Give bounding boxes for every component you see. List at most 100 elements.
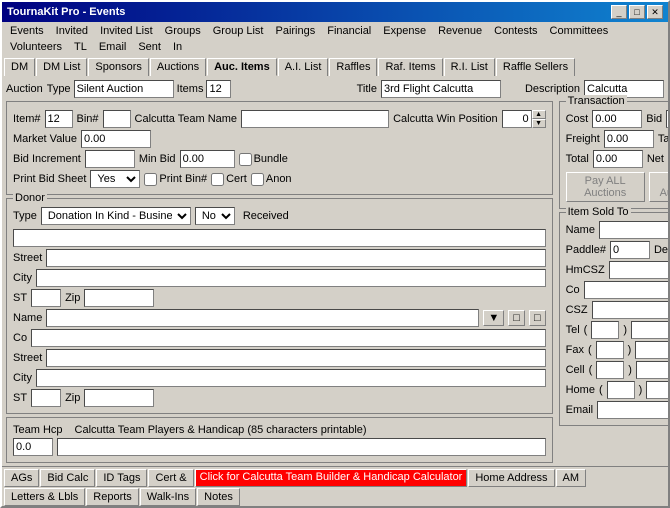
- donor-zip2-input[interactable]: [84, 389, 154, 407]
- team-hcp-input[interactable]: [13, 438, 53, 456]
- donor-name-btn3[interactable]: □: [529, 310, 546, 326]
- bottom-tab-letters[interactable]: Letters & Lbls: [4, 488, 85, 506]
- donor-city-input[interactable]: [36, 269, 546, 287]
- donor-street-input[interactable]: [46, 249, 545, 267]
- donor-name-input[interactable]: [46, 309, 479, 327]
- bottom-tab-walk-ins[interactable]: Walk-Ins: [140, 488, 196, 506]
- sold-default-bidder-label: Default Bidder/Contact Id#: [654, 244, 668, 256]
- sold-cell-input[interactable]: [636, 361, 668, 379]
- cost-input[interactable]: [592, 110, 642, 128]
- menu-financial[interactable]: Financial: [321, 23, 377, 39]
- market-value-input[interactable]: [81, 130, 151, 148]
- donor-received-select[interactable]: No Yes: [195, 207, 235, 225]
- team-players-input[interactable]: [57, 438, 546, 456]
- cert-checkbox[interactable]: [211, 173, 224, 186]
- menu-group-list[interactable]: Group List: [207, 23, 270, 39]
- menu-invited-list[interactable]: Invited List: [94, 23, 159, 39]
- maximize-button[interactable]: □: [629, 5, 645, 19]
- menu-revenue[interactable]: Revenue: [432, 23, 488, 39]
- sold-cell-area[interactable]: [596, 361, 624, 379]
- menu-groups[interactable]: Groups: [159, 23, 207, 39]
- bottom-tab-reports[interactable]: Reports: [86, 488, 139, 506]
- win-pos-down[interactable]: ▼: [532, 119, 546, 128]
- tab-dm[interactable]: DM: [4, 58, 35, 76]
- sold-paddle-input[interactable]: [610, 241, 650, 259]
- bottom-tab-id-tags[interactable]: ID Tags: [96, 469, 147, 487]
- donor-name-btn[interactable]: ▼: [483, 310, 504, 326]
- item-num-input[interactable]: [45, 110, 73, 128]
- tab-dm-list[interactable]: DM List: [36, 58, 87, 76]
- auction-type-input[interactable]: [74, 80, 174, 98]
- team-hcp-label: Team Hcp: [13, 424, 63, 436]
- bottom-tab-am[interactable]: AM: [556, 469, 587, 487]
- menu-volunteers[interactable]: Volunteers: [4, 39, 68, 55]
- donor-type-select[interactable]: Donation In Kind - Business: [41, 207, 191, 225]
- items-label: Items: [177, 83, 204, 95]
- team-name-input[interactable]: [241, 110, 389, 128]
- freight-input[interactable]: [604, 130, 654, 148]
- bottom-tab-bid-calc[interactable]: Bid Calc: [40, 469, 95, 487]
- sold-fax-input[interactable]: [635, 341, 668, 359]
- tab-raf-items[interactable]: Raf. Items: [378, 58, 442, 76]
- sold-home-input[interactable]: [646, 381, 668, 399]
- menu-sent[interactable]: Sent: [132, 39, 167, 55]
- donor-st-label: ST: [13, 292, 27, 304]
- tab-ai-list[interactable]: A.I. List: [278, 58, 329, 76]
- sold-tel-input[interactable]: [631, 321, 668, 339]
- print-bid-select[interactable]: Yes No: [90, 170, 140, 188]
- win-pos-up[interactable]: ▲: [532, 110, 546, 119]
- sold-co-input[interactable]: [584, 281, 668, 299]
- menu-committees[interactable]: Committees: [544, 23, 615, 39]
- tab-ri-list[interactable]: R.I. List: [444, 58, 495, 76]
- tab-raffle-sellers[interactable]: Raffle Sellers: [496, 58, 575, 76]
- min-bid-input[interactable]: [180, 150, 235, 168]
- bid-input[interactable]: [666, 110, 668, 128]
- donor-co-input[interactable]: [13, 229, 546, 247]
- total-input[interactable]: [593, 150, 643, 168]
- anon-checkbox[interactable]: [251, 173, 264, 186]
- transaction-label: Transaction: [566, 95, 627, 107]
- bottom-tab-home-address[interactable]: Home Address: [468, 469, 554, 487]
- menu-expense[interactable]: Expense: [377, 23, 432, 39]
- bundle-checkbox[interactable]: [239, 153, 252, 166]
- sold-csz-input[interactable]: [592, 301, 668, 319]
- print-bin-checkbox[interactable]: [144, 173, 157, 186]
- tab-sponsors[interactable]: Sponsors: [88, 58, 148, 76]
- donor-st2-input[interactable]: [31, 389, 61, 407]
- items-input[interactable]: [206, 80, 231, 98]
- donor-city2-input[interactable]: [36, 369, 546, 387]
- menu-tl[interactable]: TL: [68, 39, 93, 55]
- sold-home-area[interactable]: [607, 381, 635, 399]
- donor-name-btn2[interactable]: □: [508, 310, 525, 326]
- bottom-tabs: AGs Bid Calc ID Tags Cert & Click for Ca…: [2, 466, 668, 506]
- tab-auc-items[interactable]: Auc. Items: [207, 58, 277, 76]
- menu-contests[interactable]: Contests: [488, 23, 543, 39]
- donor-st-input[interactable]: [31, 289, 61, 307]
- menu-in[interactable]: In: [167, 39, 188, 55]
- sold-tel-area[interactable]: [591, 321, 619, 339]
- donor-zip-input[interactable]: [84, 289, 154, 307]
- bottom-tab-cert[interactable]: Cert &: [148, 469, 193, 487]
- tab-auctions[interactable]: Auctions: [150, 58, 206, 76]
- bottom-tab-ags[interactable]: AGs: [4, 469, 39, 487]
- tab-raffles[interactable]: Raffles: [329, 58, 377, 76]
- menu-pairings[interactable]: Pairings: [269, 23, 321, 39]
- bin-input[interactable]: [103, 110, 131, 128]
- win-pos-input[interactable]: [502, 110, 532, 128]
- donor-co2-input[interactable]: [31, 329, 546, 347]
- bid-increment-input[interactable]: [85, 150, 135, 168]
- close-button[interactable]: ✕: [647, 5, 663, 19]
- donor-st2-row: ST Zip: [13, 389, 546, 407]
- title-input[interactable]: [381, 80, 501, 98]
- sold-hmcsz-input[interactable]: [609, 261, 668, 279]
- sold-email-input[interactable]: [597, 401, 668, 419]
- menu-invited[interactable]: Invited: [50, 23, 94, 39]
- menu-events[interactable]: Events: [4, 23, 50, 39]
- sold-name-input[interactable]: [599, 221, 668, 239]
- item-section: Item# Bin# Calcutta Team Name Calcutta W…: [6, 101, 553, 195]
- minimize-button[interactable]: _: [611, 5, 627, 19]
- bottom-tab-notes[interactable]: Notes: [197, 488, 240, 506]
- sold-fax-area[interactable]: [596, 341, 624, 359]
- donor-street2-input[interactable]: [46, 349, 545, 367]
- menu-email[interactable]: Email: [93, 39, 133, 55]
